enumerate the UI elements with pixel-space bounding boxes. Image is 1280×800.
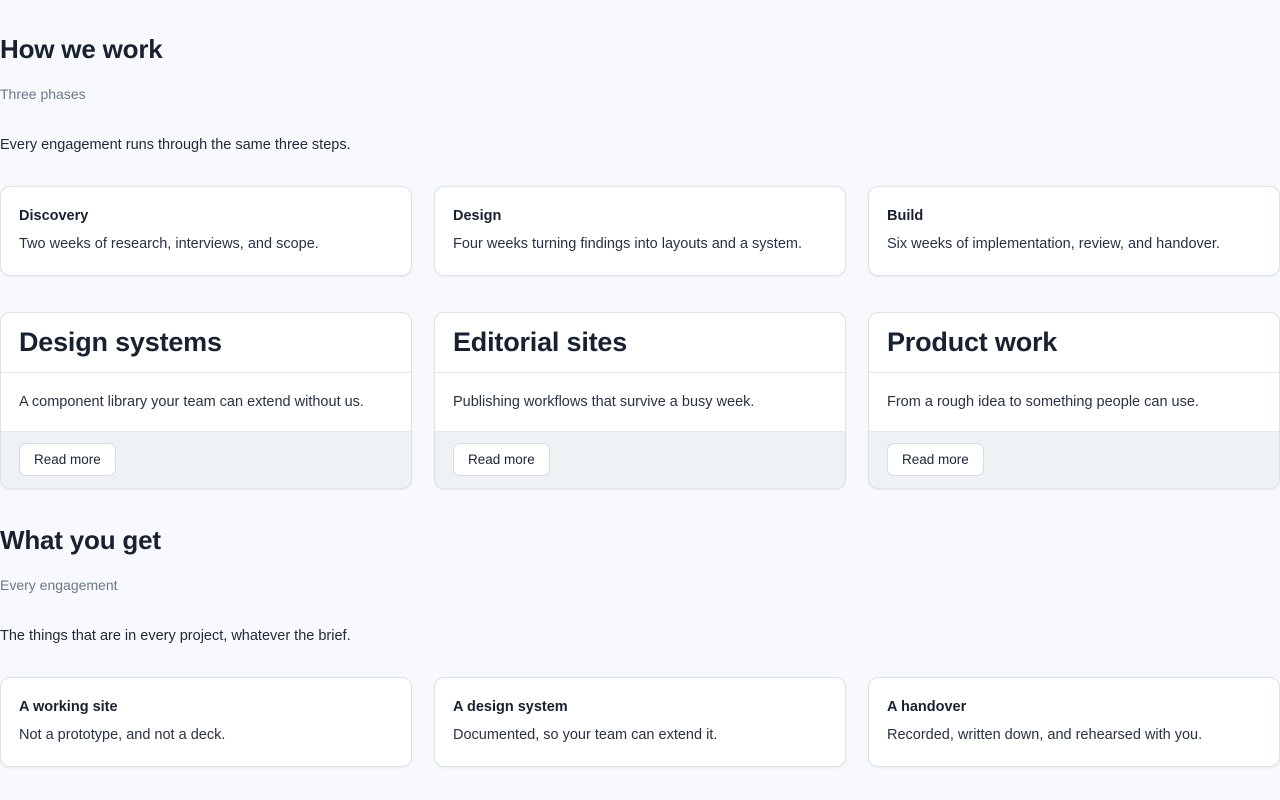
deliverable-card-design-system: A design system Documented, so your team… [434,677,846,767]
deliverable-title: A design system [453,699,568,715]
deliverable-card-working-site: A working site Not a prototype, and not … [0,677,412,767]
service-title: Product work [887,327,1058,357]
service-card-header: Editorial sites [435,313,845,373]
phase-card-design: Design Four weeks turning findings into … [434,186,846,276]
service-card-product-work: Product work From a rough idea to someth… [868,312,1280,489]
deliverable-text: Recorded, written down, and rehearsed wi… [887,727,1203,743]
deliverable-text: Not a prototype, and not a deck. [19,727,226,743]
deliverable-text: Documented, so your team can extend it. [453,727,718,743]
read-more-button[interactable]: Read more [887,443,984,476]
service-title: Editorial sites [453,327,628,357]
deliverable-title: A handover [887,699,967,715]
how-we-work-description: Every engagement runs through the same t… [0,137,351,153]
page: How we work Three phases Every engagemen… [0,0,1280,800]
what-you-get-subtitle: Every engagement [0,577,118,593]
how-we-work-title: How we work [0,34,163,64]
services-row: Design systems A component library your … [0,312,1280,489]
deliverables-row: A working site Not a prototype, and not … [0,677,1280,767]
phase-title: Build [887,208,924,224]
phase-title: Discovery [19,208,89,224]
service-card-footer: Read more [869,432,1279,488]
phase-card-discovery: Discovery Two weeks of research, intervi… [0,186,412,276]
service-title: Design systems [19,327,222,357]
service-card-editorial-sites: Editorial sites Publishing workflows tha… [434,312,846,489]
service-card-design-systems: Design systems A component library your … [0,312,412,489]
phase-text: Two weeks of research, interviews, and s… [19,236,319,252]
service-description: From a rough idea to something people ca… [869,373,1279,432]
read-more-button[interactable]: Read more [453,443,550,476]
phase-text: Four weeks turning findings into layouts… [453,236,802,252]
how-we-work-subtitle: Three phases [0,86,86,102]
phase-title: Design [453,208,502,224]
service-description: Publishing workflows that survive a busy… [435,373,845,432]
service-card-header: Design systems [1,313,411,373]
deliverable-title: A working site [19,699,118,715]
phase-text: Six weeks of implementation, review, and… [887,236,1220,252]
deliverable-card-handover: A handover Recorded, written down, and r… [868,677,1280,767]
service-card-header: Product work [869,313,1279,373]
service-card-footer: Read more [435,432,845,488]
what-you-get-description: The things that are in every project, wh… [0,628,351,644]
read-more-button[interactable]: Read more [19,443,116,476]
what-you-get-title: What you get [0,525,161,555]
phases-row: Discovery Two weeks of research, intervi… [0,186,1280,276]
service-card-footer: Read more [1,432,411,488]
phase-card-build: Build Six weeks of implementation, revie… [868,186,1280,276]
service-description: A component library your team can extend… [1,373,411,432]
